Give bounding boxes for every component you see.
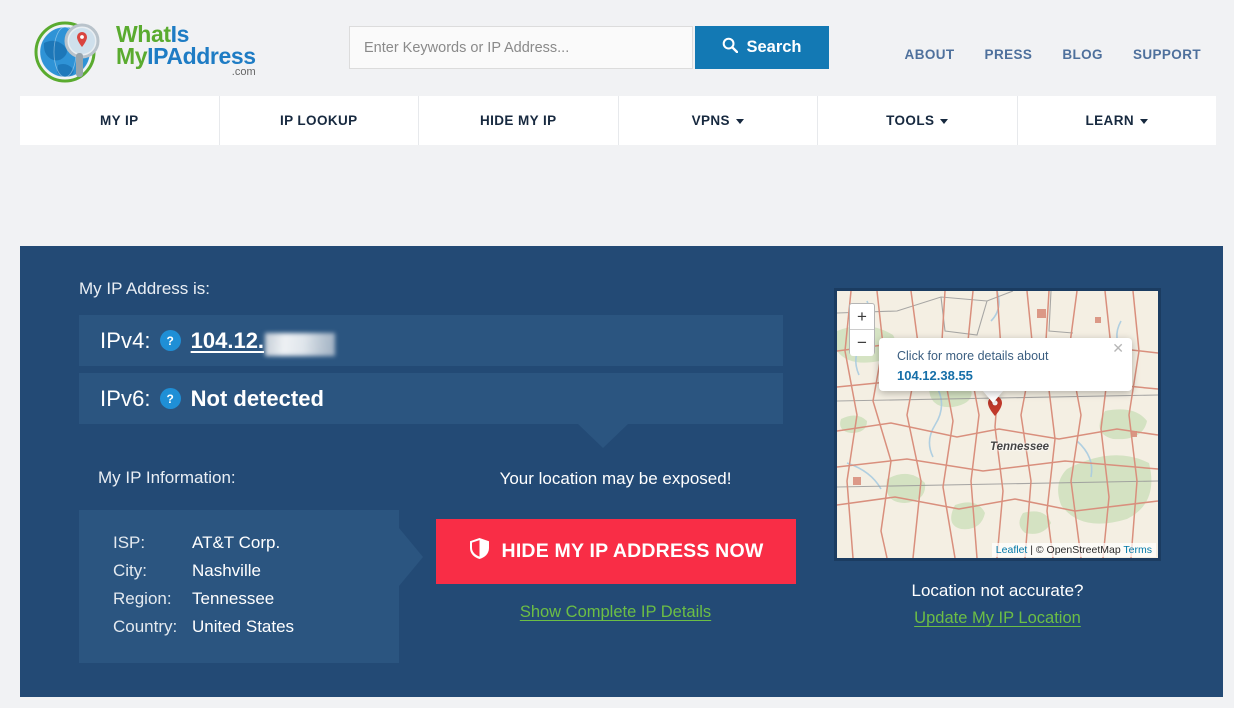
- top-link-press[interactable]: PRESS: [985, 47, 1033, 62]
- hide-my-ip-button[interactable]: HIDE MY IP ADDRESS NOW: [436, 519, 796, 584]
- logo-wordmark: WhatIs MyIPAddress .com: [116, 22, 256, 78]
- info-value-country: United States: [192, 617, 295, 636]
- ipv6-label: IPv6:: [100, 385, 151, 411]
- search-button-label: Search: [746, 38, 802, 56]
- nav-label-hide-my-ip: HIDE MY IP: [479, 113, 557, 128]
- nav-item-vpns[interactable]: VPNS: [619, 96, 818, 145]
- chevron-down-icon: [735, 119, 744, 124]
- info-key-region: Region:: [113, 589, 172, 608]
- globe-logo-icon: [32, 19, 108, 85]
- top-link-about[interactable]: ABOUT: [905, 47, 955, 62]
- nav-label-learn: LEARN: [1085, 113, 1134, 128]
- location-map[interactable]: + − Click for more details about 104.12.…: [834, 288, 1161, 561]
- info-key-country: Country:: [113, 617, 178, 636]
- map-attribution: Leaflet | © OpenStreetMap Terms: [991, 543, 1156, 557]
- info-row-country: Country: United States: [113, 617, 294, 637]
- attrib-separator: |: [1027, 544, 1036, 556]
- nav-item-hide-my-ip[interactable]: HIDE MY IP: [419, 96, 619, 145]
- search-button[interactable]: Search: [695, 26, 829, 69]
- map-tiles[interactable]: [837, 291, 1158, 558]
- hide-my-ip-button-label: HIDE MY IP ADDRESS NOW: [501, 540, 764, 562]
- nav-item-my-ip[interactable]: MY IP: [20, 96, 220, 145]
- zoom-out-button[interactable]: −: [850, 330, 874, 356]
- map-popup-ip-link[interactable]: 104.12.38.55: [897, 368, 973, 383]
- nav-item-tools[interactable]: TOOLS: [818, 96, 1018, 145]
- nav-label-vpns: VPNS: [691, 113, 730, 128]
- nav-label-ip-lookup: IP LOOKUP: [279, 113, 358, 128]
- info-row-region: Region: Tennessee: [113, 589, 274, 609]
- nav-item-ip-lookup[interactable]: IP LOOKUP: [220, 96, 419, 145]
- ip-information-heading: My IP Information:: [98, 468, 236, 487]
- question-mark-icon[interactable]: ?: [159, 330, 181, 351]
- close-icon[interactable]: ✕: [1112, 340, 1124, 357]
- top-link-blog[interactable]: BLOG: [1062, 47, 1103, 62]
- zoom-in-button[interactable]: +: [850, 304, 874, 330]
- info-key-isp: ISP:: [113, 533, 146, 552]
- logo-text-my: My: [116, 42, 148, 69]
- ipv4-redacted-block: [265, 333, 336, 356]
- map-popup-text: Click for more details about: [897, 349, 1049, 363]
- map-popup-tail: [982, 390, 1004, 403]
- ip-information-box: ISP: AT&T Corp. City: Nashville Region: …: [79, 510, 399, 663]
- my-ip-heading: My IP Address is:: [79, 279, 211, 298]
- map-popup[interactable]: Click for more details about 104.12.38.5…: [879, 338, 1132, 391]
- ipv4-row: IPv4: ? 104.12.: [79, 315, 783, 366]
- info-value-city: Nashville: [192, 561, 261, 580]
- info-key-city: City:: [113, 561, 147, 580]
- info-box-arrow: [399, 528, 423, 586]
- site-header: WhatIs MyIPAddress .com Search ABOUT PRE…: [0, 0, 1234, 96]
- ipv6-value: Not detected: [190, 385, 324, 411]
- info-row-city: City: Nashville: [113, 561, 261, 581]
- chevron-down-icon: [1140, 119, 1148, 124]
- nav-label-my-ip: MY IP: [99, 113, 139, 128]
- question-mark-icon[interactable]: ?: [159, 388, 181, 409]
- info-value-region: Tennessee: [192, 589, 275, 608]
- info-row-isp: ISP: AT&T Corp.: [113, 533, 280, 553]
- nav-label-tools: TOOLS: [886, 113, 935, 128]
- top-links: ABOUT PRESS BLOG SUPPORT: [905, 47, 1201, 62]
- logo-text-ipaddress: IPAddress: [147, 42, 256, 69]
- search-icon: [722, 37, 739, 58]
- map-zoom-controls[interactable]: + −: [849, 303, 875, 356]
- map-state-label: Tennessee: [990, 441, 1050, 453]
- ipv4-value[interactable]: 104.12.: [191, 328, 264, 354]
- shield-icon: [469, 537, 490, 566]
- chevron-down-icon: [940, 119, 949, 124]
- search-input[interactable]: [350, 27, 692, 68]
- show-complete-ip-details-link[interactable]: Show Complete IP Details: [435, 603, 796, 622]
- leaflet-link[interactable]: Leaflet: [996, 544, 1028, 556]
- info-value-isp: AT&T Corp.: [192, 533, 281, 552]
- site-logo[interactable]: WhatIs MyIPAddress .com: [32, 16, 282, 88]
- main-nav: MY IP IP LOOKUP HIDE MY IP VPNS TOOLS LE…: [20, 96, 1216, 145]
- update-my-ip-location-link[interactable]: Update My IP Location: [834, 609, 1161, 628]
- top-link-support[interactable]: SUPPORT: [1133, 47, 1201, 62]
- location-not-accurate-text: Location not accurate?: [911, 581, 1084, 600]
- location-exposed-text: Your location may be exposed!: [499, 469, 732, 488]
- ipv6-row: IPv6: ? Not detected: [79, 373, 783, 424]
- attrib-copyright: © OpenStreetMap: [1035, 544, 1124, 556]
- terms-link[interactable]: Terms: [1123, 544, 1152, 556]
- ipv4-label: IPv4:: [100, 327, 151, 353]
- nav-item-learn[interactable]: LEARN: [1018, 96, 1217, 145]
- search-box[interactable]: [349, 26, 693, 69]
- panel-notch: [578, 424, 628, 448]
